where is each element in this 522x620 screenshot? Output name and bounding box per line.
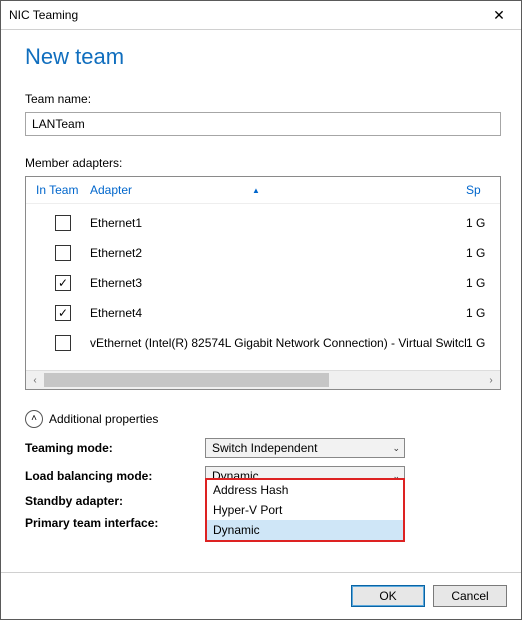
dropdown-item[interactable]: Address Hash: [207, 480, 403, 500]
in-team-cell: [36, 245, 90, 261]
close-icon: ✕: [493, 7, 505, 24]
in-team-checkbox[interactable]: [55, 335, 71, 351]
adapter-name: Ethernet1: [90, 216, 466, 230]
in-team-cell: ✓: [36, 275, 90, 291]
dropdown-item[interactable]: Hyper-V Port: [207, 500, 403, 520]
adapter-name: Ethernet3: [90, 276, 466, 290]
teaming-mode-value: Switch Independent: [212, 441, 392, 455]
button-bar: OK Cancel: [1, 572, 521, 619]
column-adapter[interactable]: Adapter ▲: [90, 183, 466, 197]
in-team-checkbox[interactable]: [55, 215, 71, 231]
in-team-checkbox[interactable]: ✓: [55, 305, 71, 321]
column-adapter-label: Adapter: [90, 183, 132, 197]
column-speed[interactable]: Sp: [466, 183, 496, 197]
scroll-track[interactable]: [44, 371, 482, 389]
table-row[interactable]: ✓ Ethernet41 G: [26, 298, 500, 328]
adapters-body: Ethernet11 GEthernet21 G✓Ethernet31 G✓Et…: [26, 204, 500, 370]
ok-button[interactable]: OK: [351, 585, 425, 607]
adapters-header: In Team Adapter ▲ Sp: [26, 177, 500, 204]
scroll-thumb[interactable]: [44, 373, 329, 387]
adapter-name: Ethernet4: [90, 306, 466, 320]
load-balancing-label: Load balancing mode:: [25, 469, 205, 483]
additional-properties-section: ˄ Additional properties Teaming mode: Sw…: [25, 410, 501, 530]
team-name-label: Team name:: [25, 92, 501, 106]
table-row[interactable]: ✓ Ethernet31 G: [26, 268, 500, 298]
adapter-speed: 1 G: [466, 216, 496, 230]
adapters-table: In Team Adapter ▲ Sp Ethernet11 GEtherne…: [25, 176, 501, 390]
nic-teaming-dialog: NIC Teaming ✕ New team Team name: Member…: [0, 0, 522, 620]
teaming-mode-combo[interactable]: Switch Independent ⌄: [205, 438, 405, 458]
scroll-right-icon[interactable]: ›: [482, 371, 500, 389]
table-row[interactable]: Ethernet11 G: [26, 208, 500, 238]
chevron-down-icon: ⌄: [392, 443, 400, 454]
adapter-speed: 1 G: [466, 246, 496, 260]
load-balancing-dropdown[interactable]: Address HashHyper-V PortDynamic: [205, 478, 405, 542]
adapter-name: vEthernet (Intel(R) 82574L Gigabit Netwo…: [90, 336, 466, 350]
dropdown-item[interactable]: Dynamic: [207, 520, 403, 540]
sort-asc-icon: ▲: [252, 186, 260, 195]
table-row[interactable]: Ethernet21 G: [26, 238, 500, 268]
titlebar: NIC Teaming ✕: [1, 1, 521, 30]
adapter-speed: 1 G: [466, 336, 496, 350]
in-team-checkbox[interactable]: [55, 245, 71, 261]
in-team-cell: [36, 215, 90, 231]
in-team-cell: ✓: [36, 305, 90, 321]
adapter-speed: 1 G: [466, 306, 496, 320]
team-name-input[interactable]: [25, 112, 501, 136]
adapter-name: Ethernet2: [90, 246, 466, 260]
scroll-left-icon[interactable]: ‹: [26, 371, 44, 389]
member-adapters-label: Member adapters:: [25, 156, 501, 170]
in-team-cell: [36, 335, 90, 351]
standby-adapter-label: Standby adapter:: [25, 494, 205, 508]
additional-properties-label: Additional properties: [49, 412, 158, 426]
primary-team-interface-label: Primary team interface:: [25, 516, 205, 530]
in-team-checkbox[interactable]: ✓: [55, 275, 71, 291]
teaming-mode-label: Teaming mode:: [25, 441, 205, 455]
teaming-mode-row: Teaming mode: Switch Independent ⌄: [25, 438, 501, 458]
dialog-content: New team Team name: Member adapters: In …: [1, 30, 521, 572]
table-row[interactable]: vEthernet (Intel(R) 82574L Gigabit Netwo…: [26, 328, 500, 358]
page-title: New team: [25, 44, 501, 70]
adapter-speed: 1 G: [466, 276, 496, 290]
close-button[interactable]: ✕: [477, 1, 521, 29]
window-title: NIC Teaming: [9, 8, 78, 22]
column-in-team[interactable]: In Team: [36, 183, 90, 197]
chevron-up-icon: ˄: [25, 410, 43, 428]
horizontal-scrollbar[interactable]: ‹ ›: [26, 370, 500, 389]
additional-properties-toggle[interactable]: ˄ Additional properties: [25, 410, 501, 428]
cancel-button[interactable]: Cancel: [433, 585, 507, 607]
